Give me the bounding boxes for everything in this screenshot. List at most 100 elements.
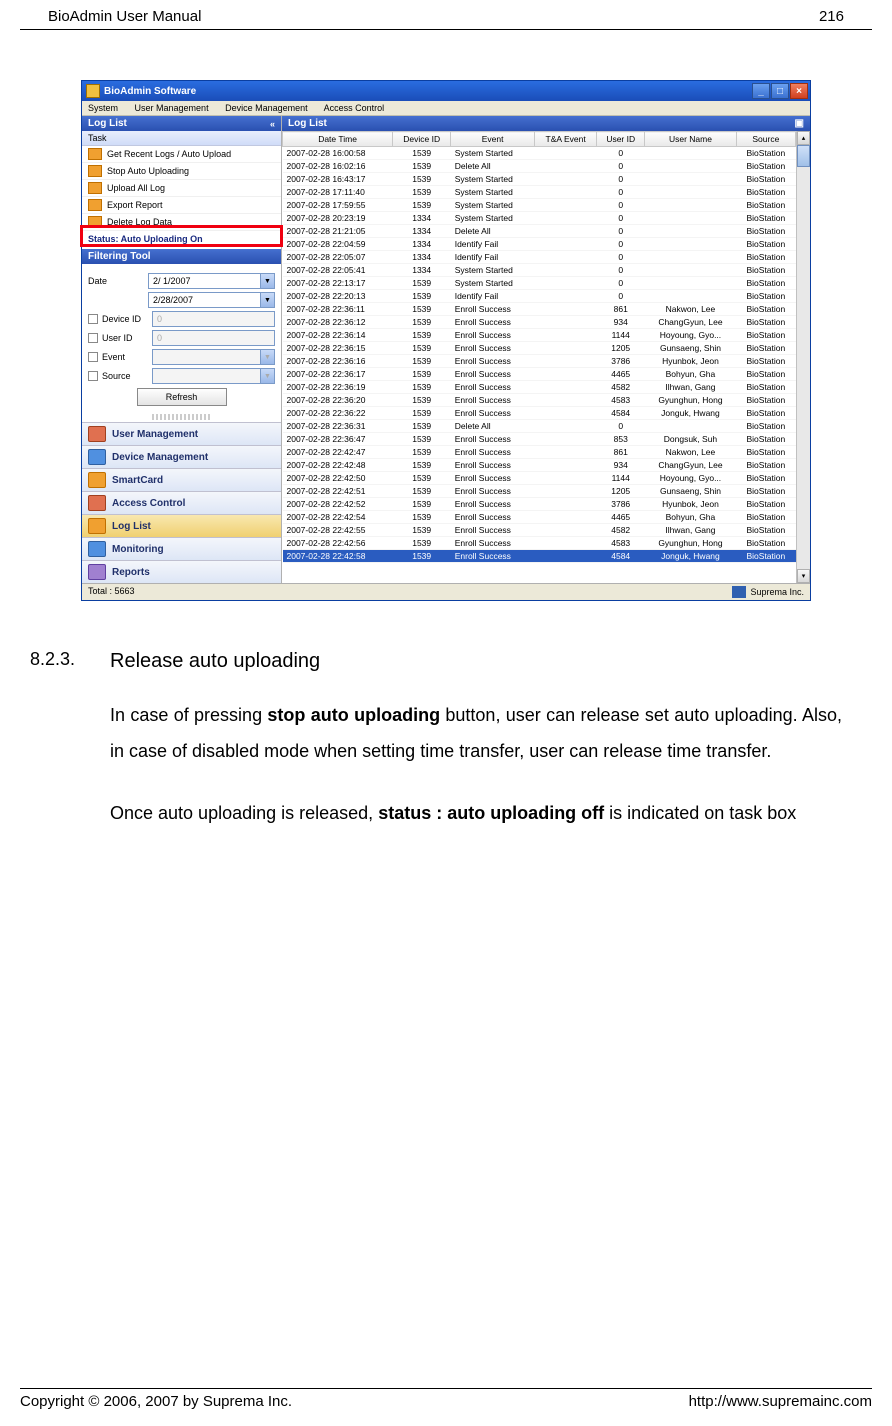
checkbox-user-id[interactable] (88, 333, 98, 343)
dropdown-icon[interactable]: ▼ (260, 274, 274, 288)
collapse-icon[interactable]: « (270, 119, 275, 129)
vertical-scrollbar[interactable]: ▴ ▾ (796, 131, 810, 583)
table-row[interactable]: 2007-02-28 22:05:071334Identify Fail0Bio… (283, 251, 796, 264)
table-cell: 1539 (393, 511, 451, 524)
dropdown-icon[interactable]: ▼ (260, 350, 274, 364)
column-header[interactable]: Date Time (283, 132, 393, 147)
table-row[interactable]: 2007-02-28 22:36:311539Delete All0BioSta… (283, 420, 796, 433)
table-row[interactable]: 2007-02-28 22:04:591334Identify Fail0Bio… (283, 238, 796, 251)
table-row[interactable]: 2007-02-28 22:36:191539Enroll Success458… (283, 381, 796, 394)
table-row[interactable]: 2007-02-28 22:36:141539Enroll Success114… (283, 329, 796, 342)
table-cell: BioStation (736, 459, 795, 472)
table-cell: 2007-02-28 22:13:17 (283, 277, 393, 290)
column-header[interactable]: Event (451, 132, 535, 147)
table-row[interactable]: 2007-02-28 22:36:221539Enroll Success458… (283, 407, 796, 420)
nav-smartcard[interactable]: SmartCard (82, 468, 281, 491)
table-row[interactable]: 2007-02-28 22:42:481539Enroll Success934… (283, 459, 796, 472)
dropdown-icon[interactable]: ▼ (260, 369, 274, 383)
nav-log-list[interactable]: Log List (82, 514, 281, 537)
minimize-button[interactable]: _ (752, 83, 770, 99)
table-row[interactable]: 2007-02-28 22:36:201539Enroll Success458… (283, 394, 796, 407)
column-header[interactable]: Source (736, 132, 795, 147)
nav-device-management[interactable]: Device Management (82, 445, 281, 468)
dropdown-icon[interactable]: ▼ (260, 293, 274, 307)
table-row[interactable]: 2007-02-28 22:05:411334System Started0Bi… (283, 264, 796, 277)
scroll-track[interactable] (797, 145, 810, 569)
menu-user-management[interactable]: User Management (135, 103, 209, 113)
table-row[interactable]: 2007-02-28 22:13:171539System Started0Bi… (283, 277, 796, 290)
table-row[interactable]: 2007-02-28 16:00:581539System Started0Bi… (283, 147, 796, 160)
table-row[interactable]: 2007-02-28 22:42:541539Enroll Success446… (283, 511, 796, 524)
nav-reports[interactable]: Reports (82, 560, 281, 583)
table-row[interactable]: 2007-02-28 17:11:401539System Started0Bi… (283, 186, 796, 199)
resize-grip[interactable] (152, 414, 211, 420)
column-header[interactable]: User Name (645, 132, 737, 147)
menu-system[interactable]: System (88, 103, 118, 113)
table-cell: 1539 (393, 173, 451, 186)
filter-device-input[interactable]: 0 (152, 311, 275, 327)
table-row[interactable]: 2007-02-28 22:36:161539Enroll Success378… (283, 355, 796, 368)
scroll-thumb[interactable] (797, 145, 810, 167)
close-button[interactable]: × (790, 83, 808, 99)
table-row[interactable]: 2007-02-28 22:42:521539Enroll Success378… (283, 498, 796, 511)
filter-event-input[interactable]: ▼ (152, 349, 275, 365)
nav-user-management[interactable]: User Management (82, 422, 281, 445)
footer-copyright: Copyright © 2006, 2007 by Suprema Inc. (20, 1393, 292, 1410)
table-cell: Hoyoung, Gyo... (645, 472, 737, 485)
filter-source-input[interactable]: ▼ (152, 368, 275, 384)
scroll-up-button[interactable]: ▴ (797, 131, 810, 145)
checkbox-source[interactable] (88, 371, 98, 381)
task-upload-all-log[interactable]: Upload All Log (82, 180, 281, 197)
table-row[interactable]: 2007-02-28 21:21:051334Delete All0BioSta… (283, 225, 796, 238)
menu-access-control[interactable]: Access Control (324, 103, 385, 113)
checkbox-event[interactable] (88, 352, 98, 362)
filter-date-from[interactable]: 2/ 1/2007▼ (148, 273, 275, 289)
table-cell: Enroll Success (451, 407, 535, 420)
column-header[interactable]: T&A Event (534, 132, 596, 147)
task-get-recent-logs[interactable]: Get Recent Logs / Auto Upload (82, 146, 281, 163)
title-bar[interactable]: BioAdmin Software _ □ × (82, 81, 810, 101)
left-panel: Log List « Task Get Recent Logs / Auto U… (82, 116, 282, 583)
nav-monitoring[interactable]: Monitoring (82, 537, 281, 560)
table-row[interactable]: 2007-02-28 22:42:471539Enroll Success861… (283, 446, 796, 459)
refresh-button[interactable]: Refresh (137, 388, 227, 406)
task-export-report[interactable]: Export Report (82, 197, 281, 214)
table-cell: BioStation (736, 511, 795, 524)
table-row[interactable]: 2007-02-28 22:36:171539Enroll Success446… (283, 368, 796, 381)
column-header[interactable]: Device ID (393, 132, 451, 147)
table-row[interactable]: 2007-02-28 22:42:501539Enroll Success114… (283, 472, 796, 485)
table-cell: System Started (451, 173, 535, 186)
nav-access-control[interactable]: Access Control (82, 491, 281, 514)
filter-user-input[interactable]: 0 (152, 330, 275, 346)
table-row[interactable]: 2007-02-28 16:43:171539System Started0Bi… (283, 173, 796, 186)
checkbox-device-id[interactable] (88, 314, 98, 324)
table-row[interactable]: 2007-02-28 22:36:111539Enroll Success861… (283, 303, 796, 316)
table-row[interactable]: 2007-02-28 22:42:561539Enroll Success458… (283, 537, 796, 550)
table-cell: BioStation (736, 186, 795, 199)
table-row[interactable]: 2007-02-28 16:02:161539Delete All0BioSta… (283, 160, 796, 173)
table-row[interactable]: 2007-02-28 20:23:191334System Started0Bi… (283, 212, 796, 225)
table-row[interactable]: 2007-02-28 22:42:511539Enroll Success120… (283, 485, 796, 498)
panel-action-icon[interactable]: ▣ (795, 118, 804, 129)
table-cell: Enroll Success (451, 459, 535, 472)
task-stop-auto-uploading[interactable]: Stop Auto Uploading (82, 163, 281, 180)
table-row[interactable]: 2007-02-28 22:36:471539Enroll Success853… (283, 433, 796, 446)
table-row[interactable]: 2007-02-28 22:42:551539Enroll Success458… (283, 524, 796, 537)
table-cell: 4583 (597, 394, 645, 407)
table-cell: 1539 (393, 160, 451, 173)
menu-device-management[interactable]: Device Management (225, 103, 308, 113)
filter-date-to[interactable]: 2/28/2007▼ (148, 292, 275, 308)
table-row[interactable]: 2007-02-28 22:42:581539Enroll Success458… (283, 550, 796, 563)
maximize-button[interactable]: □ (771, 83, 789, 99)
table-cell: 1144 (597, 472, 645, 485)
table-row[interactable]: 2007-02-28 17:59:551539System Started0Bi… (283, 199, 796, 212)
table-row[interactable]: 2007-02-28 22:36:151539Enroll Success120… (283, 342, 796, 355)
scroll-down-button[interactable]: ▾ (797, 569, 810, 583)
table-cell: 2007-02-28 22:42:50 (283, 472, 393, 485)
table-row[interactable]: 2007-02-28 22:20:131539Identify Fail0Bio… (283, 290, 796, 303)
table-cell: BioStation (736, 316, 795, 329)
column-header[interactable]: User ID (597, 132, 645, 147)
task-delete-log-data[interactable]: Delete Log Data (82, 214, 281, 231)
table-row[interactable]: 2007-02-28 22:36:121539Enroll Success934… (283, 316, 796, 329)
document-body: 8.2.3. Release auto uploading In case of… (30, 641, 842, 831)
